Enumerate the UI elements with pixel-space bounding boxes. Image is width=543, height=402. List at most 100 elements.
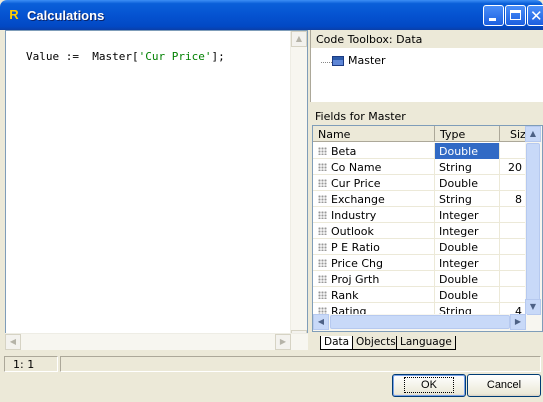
code-editor[interactable]: Value := Master['Cur Price']; ▲ ▼ [5,30,308,347]
field-type-cell: String [435,191,500,207]
field-size-cell [500,239,527,255]
field-size-cell [500,287,527,303]
field-grip-icon [318,179,327,187]
field-name: Cur Price [331,177,381,190]
grid-scroll-down-icon[interactable]: ▼ [525,299,541,315]
scroll-left-icon[interactable]: ◀ [5,334,21,350]
ok-button[interactable]: OK [392,374,466,397]
table-row[interactable]: Exchange String 8 [313,191,527,207]
field-name-cell: Industry [313,207,435,223]
field-size-cell [500,223,527,239]
column-header-name[interactable]: Name [313,126,435,142]
scroll-right-icon[interactable]: ▶ [275,334,291,350]
grid-vertical-thumb[interactable] [526,143,540,305]
table-row[interactable]: Price Chg Integer [313,255,527,271]
grid-scroll-right-icon[interactable]: ▶ [510,314,526,330]
field-name-cell: Rank [313,287,435,303]
code-text-end: ]; [211,50,225,63]
field-size-cell [500,143,527,159]
field-name: Outlook [331,225,374,238]
table-row[interactable]: P E Ratio Double [313,239,527,255]
field-name-cell: Co Name [313,159,435,175]
field-type-cell: Double [435,287,500,303]
tree-item-master[interactable]: Master [321,54,386,67]
field-grip-icon [318,243,327,251]
field-grip-icon [318,147,327,155]
tree-connector [321,62,332,63]
table-row[interactable]: Rank Double [313,287,527,303]
field-name-cell: Proj Grth [313,271,435,287]
code-toolbox: Code Toolbox: Data Master [310,30,543,102]
maximize-icon [510,10,521,20]
grid-horizontal-scrollbar[interactable]: ◀ ▶ [313,314,527,331]
maximize-button[interactable] [505,5,526,26]
editor-vertical-scrollbar[interactable]: ▲ ▼ [290,31,307,346]
field-name: Co Name [331,161,382,174]
title-bar[interactable]: R Calculations ✕ [0,0,543,30]
field-name: Price Chg [331,257,383,270]
field-grip-icon [318,227,327,235]
table-icon [332,56,344,66]
window-title: Calculations [27,8,105,23]
field-name-cell: P E Ratio [313,239,435,255]
tab-data[interactable]: Data [320,336,354,350]
field-size-cell: 8 [500,191,527,207]
code-text: Value := Master[ [26,50,139,63]
field-type-cell: Double [435,271,500,287]
table-row[interactable]: Industry Integer [313,207,527,223]
field-type-cell: Double [435,175,500,191]
table-row[interactable]: Cur Price Double [313,175,527,191]
field-name: Exchange [331,193,385,206]
tab-objects[interactable]: Objects [352,336,400,350]
grid-scroll-left-icon[interactable]: ◀ [313,314,329,330]
minimize-icon [489,18,496,21]
field-type-cell: Double [435,143,500,159]
code-line[interactable]: Value := Master['Cur Price']; [26,50,225,63]
toolbox-header: Code Toolbox: Data [311,30,543,48]
close-button[interactable]: ✕ [527,5,543,26]
field-name-cell: Exchange [313,191,435,207]
code-string-literal: 'Cur Price' [138,50,212,63]
fields-grid[interactable]: Name Type Size Beta Double Co Name String 20… [312,125,543,332]
editor-horizontal-scrollbar[interactable]: ◀ ▶ [5,333,308,350]
field-grip-icon [318,195,327,203]
cancel-button[interactable]: Cancel [467,374,541,397]
field-name: P E Ratio [331,241,380,254]
field-grip-icon [318,211,327,219]
status-bar: 1: 1 [0,352,543,374]
field-size-cell [500,255,527,271]
status-panel [60,356,541,372]
minimize-button[interactable] [483,5,504,26]
close-icon: ✕ [530,7,543,25]
grid-horizontal-thumb[interactable] [330,315,510,329]
field-type-cell: String [435,159,500,175]
ok-button-label: OK [404,377,454,393]
field-name: Beta [331,145,357,158]
field-type-cell: Integer [435,207,500,223]
field-size-cell: 20 [500,159,527,175]
table-row[interactable]: Co Name String 20 [313,159,527,175]
column-header-size[interactable]: Size [500,126,533,142]
fields-header: Fields for Master [310,107,543,125]
field-size-cell [500,271,527,287]
field-size-cell [500,175,527,191]
table-row[interactable]: Outlook Integer [313,223,527,239]
cursor-position: 1: 1 [4,356,58,372]
field-name-cell: Cur Price [313,175,435,191]
field-type-cell: Double [435,239,500,255]
table-row[interactable]: Beta Double [313,143,527,159]
field-grip-icon [318,259,327,267]
field-grip-icon [318,163,327,171]
field-name-cell: Price Chg [313,255,435,271]
tab-language[interactable]: Language [396,336,456,350]
grid-vertical-scrollbar[interactable]: ▲ ▼ [525,126,542,331]
grid-scroll-up-icon[interactable]: ▲ [525,126,541,142]
field-grip-icon [318,291,327,299]
scroll-up-icon[interactable]: ▲ [291,31,307,47]
field-size-cell [500,207,527,223]
field-name: Rank [331,289,359,302]
field-type-cell: Integer [435,223,500,239]
tree-item-label: Master [348,54,386,67]
table-row[interactable]: Proj Grth Double [313,271,527,287]
column-header-type[interactable]: Type [435,126,500,142]
